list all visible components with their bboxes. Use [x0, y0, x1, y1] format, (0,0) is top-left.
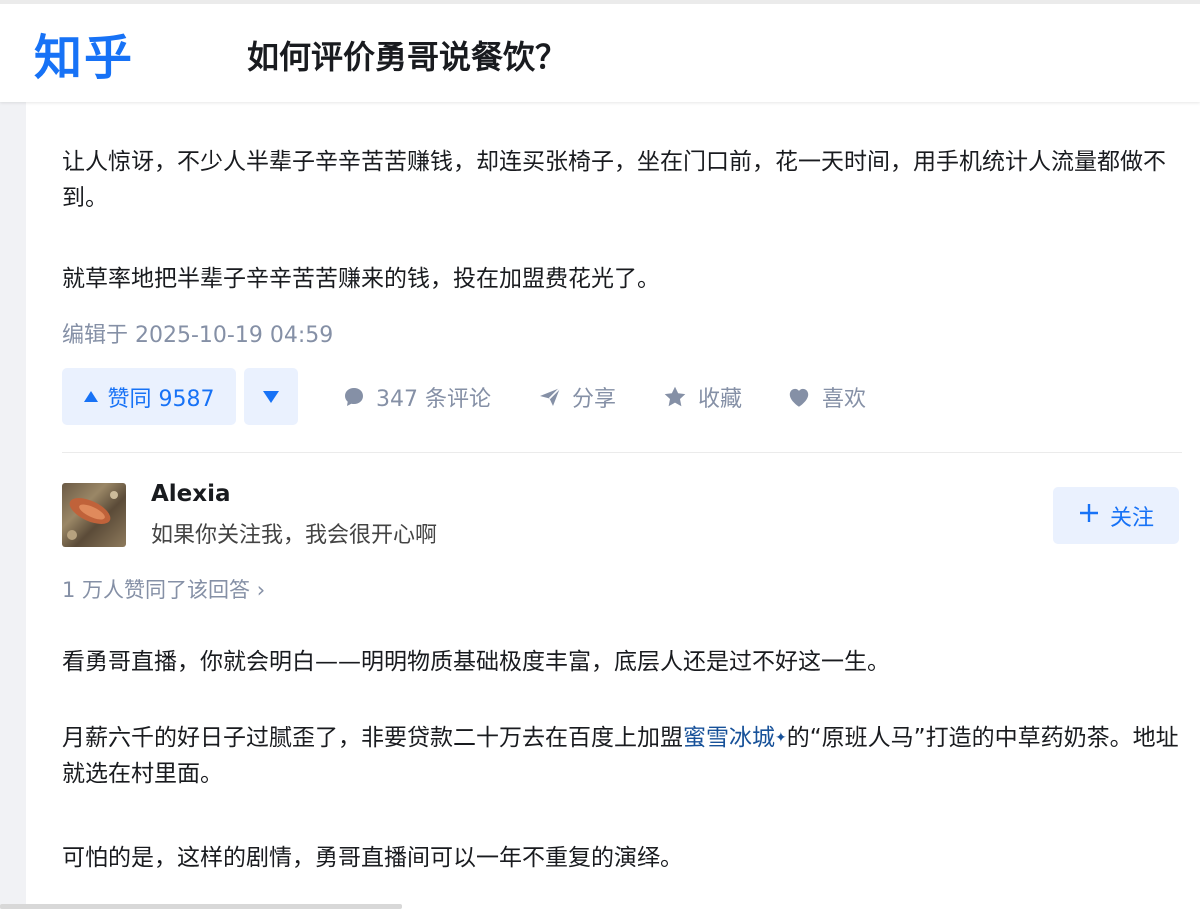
vote-up-label: 赞同 9587: [107, 386, 215, 412]
collect-label: 收藏: [698, 386, 743, 412]
star-icon: [662, 384, 688, 410]
comment-icon: [342, 385, 366, 409]
vote-down-button[interactable]: [244, 368, 298, 425]
collect-button[interactable]: 收藏: [662, 368, 742, 425]
answer-paragraph: 让人惊讶，不少人半辈子辛辛苦苦赚钱，却连买张椅子，坐在门口前，花一天时间，用手机…: [62, 149, 1166, 211]
answer-feed: 让人惊讶，不少人半辈子辛辛苦苦赚钱，却连买张椅子，坐在门口前，花一天时间，用手机…: [26, 102, 1200, 909]
author-name[interactable]: Alexia: [151, 481, 231, 507]
author-bio: 如果你关注我，我会很开心啊: [151, 523, 438, 548]
link-sparkle-icon: ✦: [775, 730, 787, 746]
answer-paragraph: 看勇哥直播，你就会明白——明明物质基础极度丰富，底层人还是过不好这一生。: [62, 649, 890, 675]
edited-timestamp[interactable]: 编辑于 2025-10-19 04:59: [62, 317, 333, 349]
comments-label: 347 条评论: [376, 386, 491, 412]
plus-icon: [1078, 502, 1100, 530]
like-label: 喜欢: [822, 386, 867, 412]
share-label: 分享: [572, 386, 617, 412]
answer-divider: [62, 452, 1182, 453]
heart-icon: [786, 384, 812, 410]
like-button[interactable]: 喜欢: [786, 368, 866, 425]
answer-paragraph: 月薪六千的好日子过腻歪了，非要贷款二十万去在百度上加盟蜜雪冰城✦的“原班人马”打…: [62, 720, 1182, 792]
question-title[interactable]: 如何评价勇哥说餐饮？: [247, 32, 567, 78]
follow-label: 关注: [1109, 505, 1154, 531]
answer-text: 月薪六千的好日子过腻歪了，非要贷款二十万去在百度上加盟: [62, 725, 683, 751]
left-gutter: [0, 0, 26, 909]
page: 知乎 如何评价勇哥说餐饮？ 让人惊讶，不少人半辈子辛辛苦苦赚钱，却连买张椅子，坐…: [0, 0, 1200, 909]
zhihu-logo[interactable]: 知乎: [34, 18, 134, 88]
likers-summary[interactable]: 1 万人赞同了该回答 ›: [62, 574, 265, 604]
horizontal-scrollbar[interactable]: [0, 904, 402, 909]
author-avatar[interactable]: [62, 483, 126, 547]
answer-paragraph: 就草率地把半辈子辛辛苦苦赚来的钱，投在加盟费花光了。: [62, 266, 660, 292]
triangle-down-icon: [263, 390, 279, 403]
comments-button[interactable]: 347 条评论: [342, 368, 491, 425]
share-button[interactable]: 分享: [538, 368, 616, 425]
share-icon: [538, 385, 562, 409]
top-header: 知乎 如何评价勇哥说餐饮？: [0, 0, 1200, 102]
vote-up-button[interactable]: 赞同 9587: [62, 368, 236, 425]
keyword-link[interactable]: 蜜雪冰城: [683, 725, 775, 751]
follow-button[interactable]: 关注: [1053, 487, 1179, 544]
answer-paragraph: 可怕的是，这样的剧情，勇哥直播间可以一年不重复的演绎。: [62, 845, 683, 871]
triangle-up-icon: [83, 391, 98, 402]
